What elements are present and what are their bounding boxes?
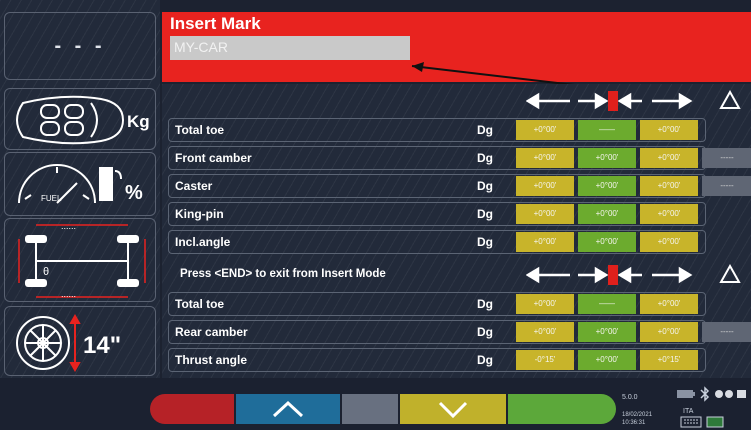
software-version: 5.0.0 xyxy=(622,394,638,401)
max-value-cell: +0°00' xyxy=(640,322,698,342)
measured-value-cell: +0°00' xyxy=(578,148,636,168)
row-unit: Dg xyxy=(477,151,493,165)
measured-value-cell: +0°00' xyxy=(578,232,636,252)
min-value-cell: +0°00' xyxy=(516,204,574,224)
max-value-cell: +0°00' xyxy=(640,294,698,314)
max-value-cell: +0°00' xyxy=(640,148,698,168)
bottom-toolbar: 5.0.0 18/02/2021 10:36:31 ITA xyxy=(0,378,751,430)
network-icon xyxy=(706,416,724,428)
table-row[interactable]: Caster Dg +0°00' +0°00' +0°00' ----- xyxy=(168,174,751,198)
extra-value-cell: ----- xyxy=(702,322,751,342)
keyboard-icon[interactable] xyxy=(680,416,702,428)
scroll-down-button[interactable] xyxy=(400,394,506,424)
extra-value-cell: ----- xyxy=(702,176,751,196)
measured-value-cell: —— xyxy=(578,120,636,140)
status-lights-icon xyxy=(715,390,746,398)
battery-icon xyxy=(677,390,695,398)
measured-value-cell: +0°00' xyxy=(578,204,636,224)
max-value-cell: +0°15' xyxy=(640,350,698,370)
row-label: Incl.angle xyxy=(175,235,231,249)
row-unit: Dg xyxy=(477,207,493,221)
arrow-down-icon xyxy=(438,401,468,419)
min-value-cell: +0°00' xyxy=(516,232,574,252)
row-unit: Dg xyxy=(477,235,493,249)
tolerance-arrows-icon xyxy=(526,91,693,111)
rear-header: Press <END> to exit from Insert Mode xyxy=(166,260,751,290)
extra-value-cell: ----- xyxy=(702,148,751,168)
row-label: Caster xyxy=(175,179,213,193)
row-unit: Dg xyxy=(477,297,493,311)
max-value-cell: +0°00' xyxy=(640,204,698,224)
tolerance-arrows-icon xyxy=(526,265,693,285)
table-row[interactable]: Total toe Dg +0°00' —— +0°00' xyxy=(168,118,706,142)
measured-value-cell: —— xyxy=(578,294,636,314)
table-row[interactable]: Rear camber Dg +0°00' +0°00' +0°00' ----… xyxy=(168,320,751,344)
max-value-cell: +0°00' xyxy=(640,232,698,252)
measurement-table: Total toe Dg +0°00' —— +0°00' Front camb… xyxy=(162,84,751,378)
table-row[interactable]: Total toe Dg +0°00' —— +0°00' xyxy=(168,292,706,316)
measured-value-cell: +0°00' xyxy=(578,350,636,370)
row-unit: Dg xyxy=(477,123,493,137)
min-value-cell: +0°00' xyxy=(516,148,574,168)
language-indicator: ITA xyxy=(683,408,694,415)
measured-value-cell: +0°00' xyxy=(578,176,636,196)
neutral-button[interactable] xyxy=(342,394,398,424)
max-value-cell: +0°00' xyxy=(640,120,698,140)
row-unit: Dg xyxy=(477,179,493,193)
front-header xyxy=(166,86,751,116)
row-label: Total toe xyxy=(175,123,225,137)
measured-value-cell: +0°00' xyxy=(578,322,636,342)
min-value-cell: +0°00' xyxy=(516,176,574,196)
row-label: Thrust angle xyxy=(175,353,248,367)
bluetooth-icon xyxy=(700,386,710,402)
row-label: Front camber xyxy=(175,151,252,165)
min-value-cell: +0°00' xyxy=(516,294,574,314)
arrow-up-icon xyxy=(272,400,304,418)
status-time: 10:36:31 xyxy=(622,420,646,426)
scroll-up-button[interactable] xyxy=(236,394,340,424)
confirm-button[interactable] xyxy=(508,394,616,424)
table-row[interactable]: Front camber Dg +0°00' +0°00' +0°00' ---… xyxy=(168,146,751,170)
triangle-warning-icon[interactable] xyxy=(719,90,741,110)
row-unit: Dg xyxy=(477,353,493,367)
table-row[interactable]: Thrust angle Dg -0°15' +0°00' +0°15' xyxy=(168,348,706,372)
min-value-cell: -0°15' xyxy=(516,350,574,370)
row-label: King-pin xyxy=(175,207,224,221)
min-value-cell: +0°00' xyxy=(516,120,574,140)
cancel-button[interactable] xyxy=(150,394,234,424)
triangle-warning-icon[interactable] xyxy=(719,264,741,284)
row-unit: Dg xyxy=(477,325,493,339)
max-value-cell: +0°00' xyxy=(640,176,698,196)
min-value-cell: +0°00' xyxy=(516,322,574,342)
status-date: 18/02/2021 xyxy=(622,412,653,418)
row-label: Rear camber xyxy=(175,325,248,339)
insert-mode-message: Press <END> to exit from Insert Mode xyxy=(180,268,386,280)
row-label: Total toe xyxy=(175,297,225,311)
table-row[interactable]: Incl.angle Dg +0°00' +0°00' +0°00' xyxy=(168,230,706,254)
table-row[interactable]: King-pin Dg +0°00' +0°00' +0°00' xyxy=(168,202,706,226)
